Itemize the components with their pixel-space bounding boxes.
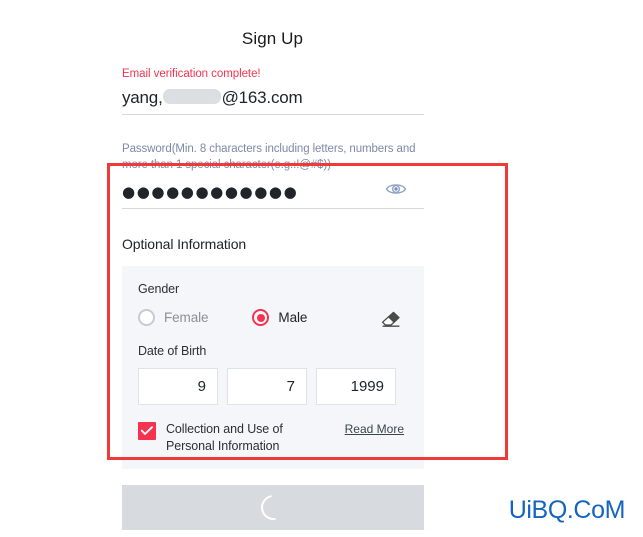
optional-information-panel: Gender Female Male Date of Birth 9 7 199… [122,266,424,469]
optional-information-title: Optional Information [122,236,247,252]
submit-button[interactable] [122,485,424,530]
email-local-prefix: yang, [122,88,163,107]
read-more-link[interactable]: Read More [345,421,404,436]
eye-icon[interactable] [384,180,408,198]
date-of-birth-inputs: 9 7 1999 [138,368,408,405]
redacted-email-local-part [162,89,221,104]
email-value: yang, @163.com [122,88,424,108]
dob-year-input[interactable]: 1999 [316,368,396,405]
loading-spinner [255,490,291,525]
password-hint: Password(Min. 8 characters including let… [122,141,427,173]
signup-screen: Sign Up Email verification complete! yan… [0,0,643,537]
password-hint-line-2: more than 1 special character(e.g.:!@#$)… [122,159,331,171]
consent-label-line-2: Personal Information [166,439,280,453]
page-title: Sign Up [241,29,304,48]
gender-option-male[interactable]: Male [252,309,307,326]
signup-form: Email verification complete! yang, @163.c… [122,68,424,469]
gender-radio-group: Female Male [138,309,408,328]
gender-option-female[interactable]: Female [138,309,209,326]
password-masked-value: ●●●●●●●●●●●● [122,183,299,201]
email-domain: @163.com [221,88,303,107]
gender-male-label: Male [278,310,308,325]
watermark: UiBQ.CoM [508,496,626,524]
email-field[interactable]: yang, @163.com [122,88,424,115]
email-status-message: Email verification complete! [122,68,261,80]
consent-label-line-1: Collection and Use of [166,422,283,436]
consent-label: Collection and Use of Personal Informati… [166,421,316,455]
radio-female-icon [138,309,155,326]
password-hint-line-1: Password(Min. 8 characters including let… [122,143,416,155]
radio-male-icon [252,309,270,326]
dob-day-input[interactable]: 7 [227,368,307,405]
gender-label: Gender [138,282,180,296]
date-of-birth-label: Date of Birth [138,344,207,358]
consent-row: Collection and Use of Personal Informati… [138,421,408,455]
eraser-icon[interactable] [380,310,402,328]
dob-month-input[interactable]: 9 [138,368,218,405]
password-field[interactable]: ●●●●●●●●●●●● [122,184,424,209]
gender-female-label: Female [164,310,209,325]
consent-checkbox[interactable] [138,422,156,440]
